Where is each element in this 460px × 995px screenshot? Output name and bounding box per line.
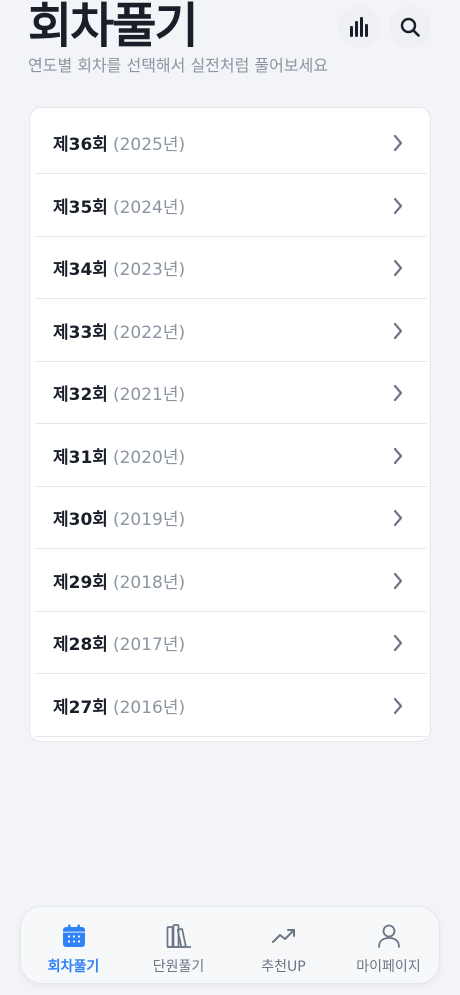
round-year: (2023년) bbox=[112, 260, 186, 280]
round-row[interactable]: 제27회 (2016년) bbox=[35, 675, 427, 737]
round-list: 제36회 (2025년) 제35회 (2024년) 제34회 (2023년) 제33회 (20… bbox=[29, 107, 431, 742]
round-label: 제30회 bbox=[53, 510, 108, 530]
chevron-right-icon bbox=[393, 322, 403, 339]
page-subtitle: 연도별 회차를 선택해서 실전처럼 풀어보세요 bbox=[28, 56, 329, 75]
user-icon bbox=[377, 924, 400, 948]
round-label: 제27회 bbox=[53, 697, 108, 718]
chevron-right-icon bbox=[393, 259, 403, 277]
bar-chart-icon bbox=[350, 17, 368, 37]
round-label: 제33회 bbox=[53, 322, 108, 343]
trending-up-icon bbox=[271, 929, 295, 943]
round-label: 제29회 bbox=[53, 572, 108, 593]
search-button[interactable] bbox=[389, 6, 431, 48]
round-label: 제36회 bbox=[53, 135, 108, 155]
nav-item-unit[interactable]: 단원풀기 bbox=[126, 907, 231, 985]
round-row[interactable]: 제30회 (2019년) bbox=[35, 487, 427, 549]
chevron-right-icon bbox=[393, 572, 403, 589]
round-year: (2021년) bbox=[112, 385, 186, 405]
round-year: (2022년) bbox=[112, 322, 186, 343]
round-year: (2019년) bbox=[112, 510, 186, 530]
round-row[interactable]: 제34회 (2023년) bbox=[35, 237, 427, 299]
round-row[interactable]: 제29회 (2018년) bbox=[35, 550, 427, 612]
chevron-right-icon bbox=[393, 634, 403, 652]
round-row[interactable]: 제31회 (2020년) bbox=[35, 425, 427, 487]
round-row[interactable]: 제33회 (2022년) bbox=[35, 300, 427, 362]
round-year: (2017년) bbox=[112, 635, 186, 655]
nav-item-round[interactable]: 회차풀기 bbox=[21, 907, 126, 985]
nav-label-unit: 단원풀기 bbox=[152, 959, 205, 975]
stats-button[interactable] bbox=[338, 6, 380, 48]
nav-item-mypage[interactable]: 마이페이지 bbox=[336, 907, 441, 985]
round-year: (2025년) bbox=[112, 135, 186, 155]
round-label: 제32회 bbox=[53, 385, 108, 405]
nav-label-recommend: 추천UP bbox=[261, 959, 306, 975]
round-year: (2018년) bbox=[112, 572, 186, 593]
chevron-right-icon bbox=[393, 197, 403, 214]
round-label: 제35회 bbox=[53, 197, 108, 218]
round-row[interactable]: 제28회 (2017년) bbox=[35, 612, 427, 674]
round-row[interactable]: 제36회 (2025년) bbox=[35, 112, 427, 174]
round-row[interactable]: 제32회 (2021년) bbox=[35, 362, 427, 424]
chevron-right-icon bbox=[393, 697, 403, 714]
round-row[interactable]: 제35회 (2024년) bbox=[35, 175, 427, 237]
chevron-right-icon bbox=[393, 134, 403, 152]
calendar-icon bbox=[62, 924, 85, 947]
nav-label-mypage: 마이페이지 bbox=[356, 959, 421, 975]
nav-item-recommend[interactable]: 추천UP bbox=[231, 907, 336, 985]
search-icon bbox=[400, 17, 420, 37]
page-title: 회차풀기 bbox=[28, 0, 199, 54]
round-label: 제31회 bbox=[53, 447, 108, 468]
round-year: (2016년) bbox=[112, 697, 186, 718]
books-icon bbox=[166, 924, 191, 948]
nav-label-round: 회차풀기 bbox=[47, 959, 100, 975]
page: 회차풀기 연도별 회차를 선택해서 실전처럼 풀어보세요 제36회 (2025년)… bbox=[0, 0, 460, 995]
round-year: (2020년) bbox=[112, 447, 186, 468]
chevron-right-icon bbox=[393, 509, 403, 527]
round-label: 제34회 bbox=[53, 260, 108, 280]
chevron-right-icon bbox=[393, 447, 403, 464]
chevron-right-icon bbox=[393, 384, 403, 402]
round-label: 제28회 bbox=[53, 635, 108, 655]
bottom-nav: 회차풀기 단원풀기 추천UP 마이페이지 bbox=[20, 906, 440, 984]
round-year: (2024년) bbox=[112, 197, 186, 218]
